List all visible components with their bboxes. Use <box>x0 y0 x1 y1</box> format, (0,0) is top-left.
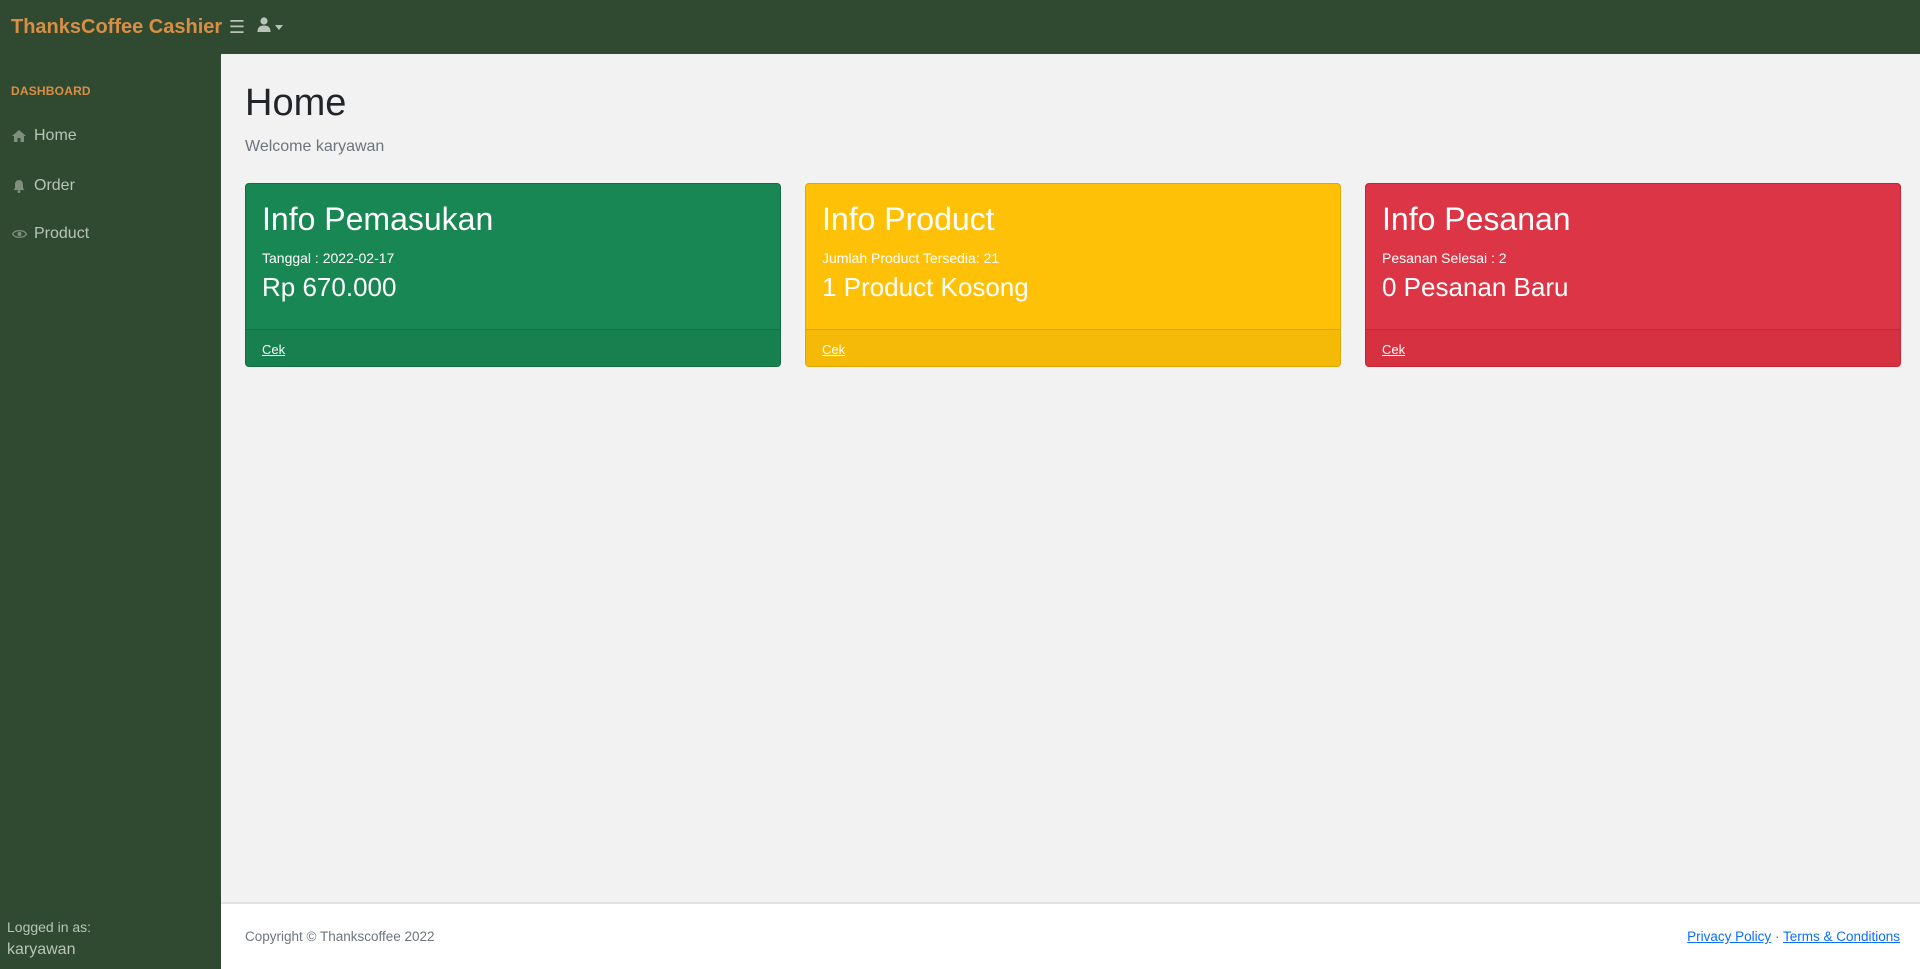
cek-link[interactable]: Cek <box>822 342 845 357</box>
card-value: 0 Pesanan Baru <box>1382 272 1569 303</box>
sidebar-item-order[interactable]: Order <box>11 174 75 198</box>
user-icon <box>257 17 271 37</box>
card-info-pemasukan: Info Pemasukan Tanggal : 2022-02-17 Rp 6… <box>245 183 781 367</box>
page-title: Home <box>245 82 347 124</box>
sidebar-item-label: Order <box>34 177 75 194</box>
privacy-policy-link[interactable]: Privacy Policy <box>1687 929 1771 944</box>
menu-toggle-icon[interactable]: ☰ <box>226 17 248 38</box>
sidebar-item-product[interactable]: Product <box>11 222 89 246</box>
card-title: Info Pesanan <box>1382 201 1571 237</box>
card-subtitle: Tanggal : 2022-02-17 <box>262 250 395 267</box>
card-info-pesanan: Info Pesanan Pesanan Selesai : 2 0 Pesan… <box>1365 183 1901 367</box>
page-footer: Copyright © Thankscoffee 2022 Privacy Po… <box>221 902 1920 969</box>
card-subtitle: Pesanan Selesai : 2 <box>1382 250 1507 267</box>
card-value: 1 Product Kosong <box>822 272 1029 303</box>
sidebar-item-home[interactable]: Home <box>11 124 77 148</box>
card-footer: Cek <box>1366 329 1900 366</box>
eye-icon <box>11 229 27 239</box>
sidebar: DASHBOARD Home Order Product Logged in a… <box>0 54 221 969</box>
card-value: Rp 670.000 <box>262 272 397 303</box>
logged-in-label: Logged in as: <box>7 919 92 935</box>
home-icon <box>11 130 27 142</box>
sidebar-item-label: Home <box>34 127 77 144</box>
sidebar-item-label: Product <box>34 225 90 242</box>
terms-link[interactable]: Terms & Conditions <box>1783 929 1900 944</box>
brand-title[interactable]: ThanksCoffee Cashier <box>0 16 226 39</box>
cek-link[interactable]: Cek <box>1382 342 1405 357</box>
card-title: Info Pemasukan <box>262 201 494 237</box>
bell-icon <box>11 179 27 193</box>
sidebar-heading: DASHBOARD <box>11 84 91 98</box>
chevron-down-icon <box>275 25 283 30</box>
card-footer: Cek <box>806 329 1340 366</box>
footer-separator: · <box>1774 929 1780 944</box>
card-title: Info Product <box>822 201 995 237</box>
main-content: Home Welcome karyawan Info Pemasukan Tan… <box>221 54 1920 902</box>
card-info-product: Info Product Jumlah Product Tersedia: 21… <box>805 183 1341 367</box>
sidebar-footer: Logged in as: karyawan <box>7 919 91 959</box>
card-subtitle: Jumlah Product Tersedia: 21 <box>822 250 1000 267</box>
user-menu-button[interactable] <box>257 17 283 37</box>
copyright-text: Copyright © Thankscoffee 2022 <box>245 929 435 944</box>
top-navbar: ThanksCoffee Cashier ☰ <box>0 0 1920 54</box>
logged-in-user: karyawan <box>7 941 76 958</box>
footer-links: Privacy Policy · Terms & Conditions <box>1687 929 1900 944</box>
welcome-text: Welcome karyawan <box>245 138 385 155</box>
cek-link[interactable]: Cek <box>262 342 285 357</box>
card-footer: Cek <box>246 329 780 366</box>
